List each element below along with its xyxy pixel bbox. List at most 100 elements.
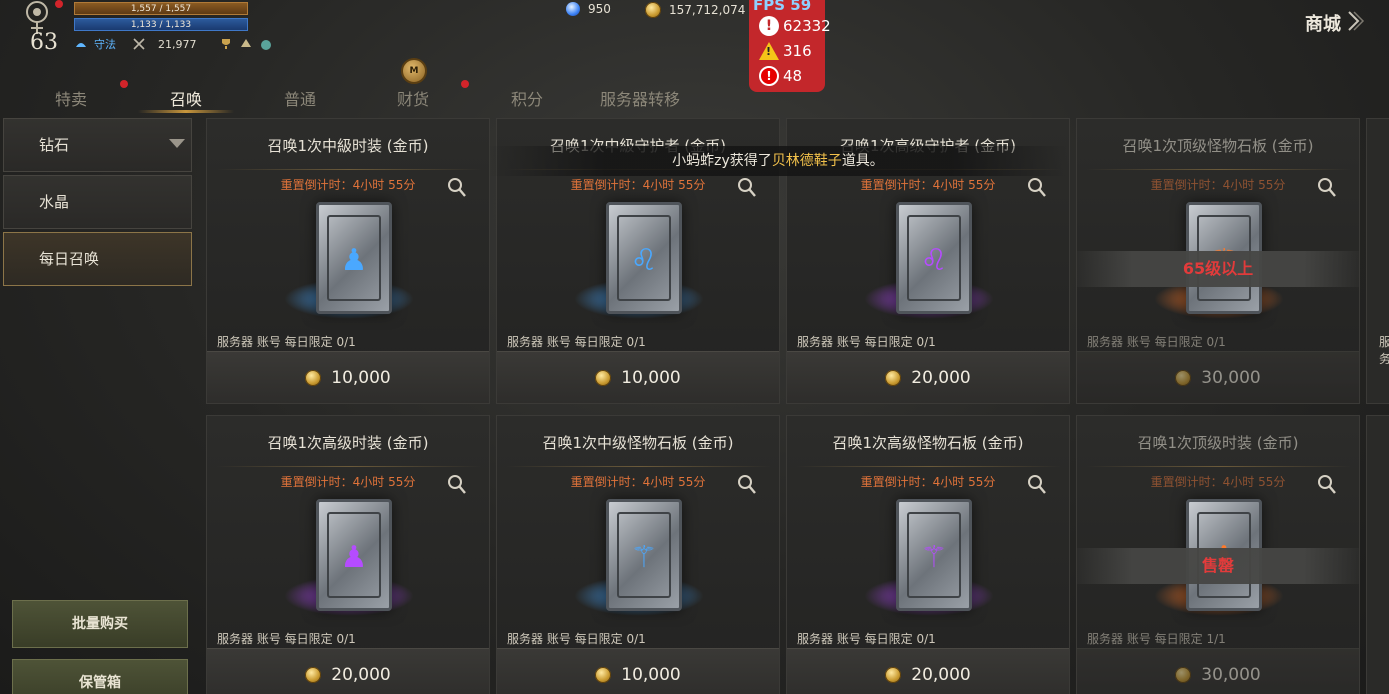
summon-card[interactable]: 召唤1次中級时装 (金币) 重置倒计时：4小时 55分 ♟ 服务器 账号 每日限定 0… — [206, 118, 490, 404]
summon-card[interactable]: 召唤1次顶级怪物石板 (金币)重置倒计时：4小时 55分⚚65级以上服务器 账号… — [1076, 118, 1360, 404]
tab-server-transfer[interactable]: 服务器转移 — [600, 86, 680, 110]
summon-card[interactable]: 召唤1次高级时装 (金币) 重置倒计时：4小时 55分 ♟ 服务器 账号 每日限定 0… — [206, 415, 490, 694]
search-icon[interactable] — [447, 474, 467, 496]
search-icon[interactable] — [737, 177, 757, 199]
warning-icon: ! — [759, 42, 779, 60]
price-value: 20,000 — [911, 367, 971, 388]
info-count: 62332 — [783, 17, 831, 35]
exit-icon[interactable] — [1341, 8, 1367, 34]
fps-counter: FPS 59 — [753, 0, 812, 14]
card-title: 召唤1次顶级时装 (金币) — [1137, 434, 1299, 452]
card-title: 召唤1次高级时装 (金币) — [267, 434, 429, 452]
card-limit: 服务 — [1379, 335, 1389, 366]
search-icon[interactable] — [447, 177, 467, 199]
gold-coin-icon — [885, 369, 902, 386]
search-icon[interactable] — [1317, 474, 1337, 496]
gold-coin-icon — [1175, 666, 1192, 683]
tab-normal[interactable]: 普通 — [284, 86, 316, 110]
status-overlay: 售罄 — [1077, 548, 1359, 584]
card-divider — [217, 169, 481, 170]
card-divider — [217, 466, 481, 467]
search-icon[interactable] — [1027, 177, 1047, 199]
card-title: 召唤1次中級时装 (金币) — [267, 137, 429, 155]
summon-tablet-image: ♌ — [606, 202, 682, 314]
card-title: 召唤1次顶级怪物石板 (金币) — [1122, 137, 1314, 155]
trophy-icon[interactable] — [219, 37, 233, 51]
price-button[interactable]: 20,000 — [787, 648, 1069, 694]
pet-icon[interactable] — [259, 37, 273, 51]
price-value: 30,000 — [1201, 367, 1261, 388]
gold-amount: 157,712,074 — [669, 3, 746, 17]
sidebar-item-label: 每日召唤 — [39, 250, 100, 268]
gold-coin-icon — [645, 2, 661, 18]
hp-bar: 1,557 / 1,557 — [74, 2, 248, 15]
tab-goods[interactable]: 财货 — [397, 86, 429, 110]
price-button[interactable]: 30,000 — [1077, 648, 1359, 694]
player-level: 63 — [30, 30, 58, 55]
combat-power: 21,977 — [158, 37, 197, 51]
shop-title: 商城 — [1305, 14, 1341, 35]
tablet-frame: ♟ — [327, 215, 381, 301]
price-button[interactable]: 10,000 — [497, 351, 779, 403]
gold-coin-icon — [595, 369, 612, 386]
mp-bar: 1,133 / 1,133 — [74, 18, 248, 31]
card-limit: 服务器 账号 每日限定 0/1 — [797, 632, 936, 646]
lion-icon: ♌ — [920, 243, 948, 278]
price-button[interactable]: 20,000 — [207, 648, 489, 694]
summon-tablet-image: ♟ — [316, 202, 392, 314]
partial-card[interactable]: 服务 — [1366, 118, 1389, 404]
sidebar-item-diamond[interactable]: 钻石 — [3, 118, 192, 172]
tab-points[interactable]: 积分 — [511, 86, 543, 110]
partial-card[interactable] — [1366, 415, 1389, 694]
storage-button[interactable]: 保管箱 — [12, 659, 188, 694]
notice-item-name: 贝林德鞋子 — [771, 153, 842, 169]
gem-amount: 950 — [588, 2, 611, 16]
summon-tablet-image: ⚚ — [606, 499, 682, 611]
guild-emblem-icon — [26, 1, 48, 34]
price-value: 20,000 — [331, 664, 391, 685]
card-limit: 服务器 账号 每日限定 0/1 — [507, 632, 646, 646]
sidebar-item-daily-summon[interactable]: 每日召唤 — [3, 232, 192, 286]
monster-rune-icon: ⚚ — [920, 540, 948, 575]
error-count: 48 — [783, 67, 803, 85]
card-limit: 服务器 账号 每日限定 0/1 — [217, 335, 356, 349]
summon-card[interactable]: 召唤1次中级怪物石板 (金币) 重置倒计时：4小时 55分 ⚚ 服务器 账号 每日限定… — [496, 415, 780, 694]
warning-count: 316 — [783, 42, 812, 60]
error-icon: ! — [759, 66, 779, 86]
monster-rune-icon: ⚚ — [630, 540, 658, 575]
card-limit: 服务器 账号 每日限定 0/1 — [1087, 335, 1226, 349]
card-limit: 服务器 账号 每日限定 0/1 — [797, 335, 936, 349]
info-icon: ! — [759, 16, 779, 36]
price-button[interactable]: 10,000 — [207, 351, 489, 403]
tablet-frame: ♌ — [907, 215, 961, 301]
card-title: 召唤1次中级怪物石板 (金币) — [542, 434, 734, 452]
price-value: 20,000 — [911, 664, 971, 685]
price-button[interactable]: 30,000 — [1077, 351, 1359, 403]
card-divider — [1087, 169, 1351, 170]
tab-special-sale[interactable]: 特卖 — [55, 86, 87, 110]
status-overlay: 65级以上 — [1077, 251, 1359, 287]
player-hud[interactable]: 63 1,557 / 1,557 1,133 / 1,133 守法 21,977 — [0, 0, 300, 60]
bulk-buy-button[interactable]: 批量购买 — [12, 600, 188, 648]
card-divider — [1087, 466, 1351, 467]
sidebar-item-label: 水晶 — [39, 193, 70, 211]
gem-icon — [566, 2, 580, 16]
tab-summon[interactable]: 召唤 — [170, 86, 202, 110]
chevron-down-icon — [169, 139, 185, 148]
search-icon[interactable] — [1317, 177, 1337, 199]
tablet-frame: ♌ — [617, 215, 671, 301]
price-button[interactable]: 20,000 — [787, 351, 1069, 403]
notice-text: 小蚂蚱zy获得了 — [672, 153, 772, 169]
shop-tabs: 特卖 召唤 普通 财货 积分 服务器转移 — [0, 80, 740, 116]
summon-card[interactable]: 召唤1次高级怪物石板 (金币) 重置倒计时：4小时 55分 ⚚ 服务器 账号 每日限定… — [786, 415, 1070, 694]
gold-coin-icon — [305, 369, 322, 386]
price-button[interactable]: 10,000 — [497, 648, 779, 694]
search-icon[interactable] — [737, 474, 757, 496]
summon-card[interactable]: 召唤1次顶级时装 (金币)重置倒计时：4小时 55分♟售罄服务器 账号 每日限定… — [1076, 415, 1360, 694]
medal-icon: M — [401, 58, 427, 84]
rank-icon[interactable] — [239, 37, 253, 51]
tab-notification-dot — [461, 80, 469, 88]
search-icon[interactable] — [1027, 474, 1047, 496]
price-value: 10,000 — [621, 367, 681, 388]
sidebar-item-crystal[interactable]: 水晶 — [3, 175, 192, 229]
